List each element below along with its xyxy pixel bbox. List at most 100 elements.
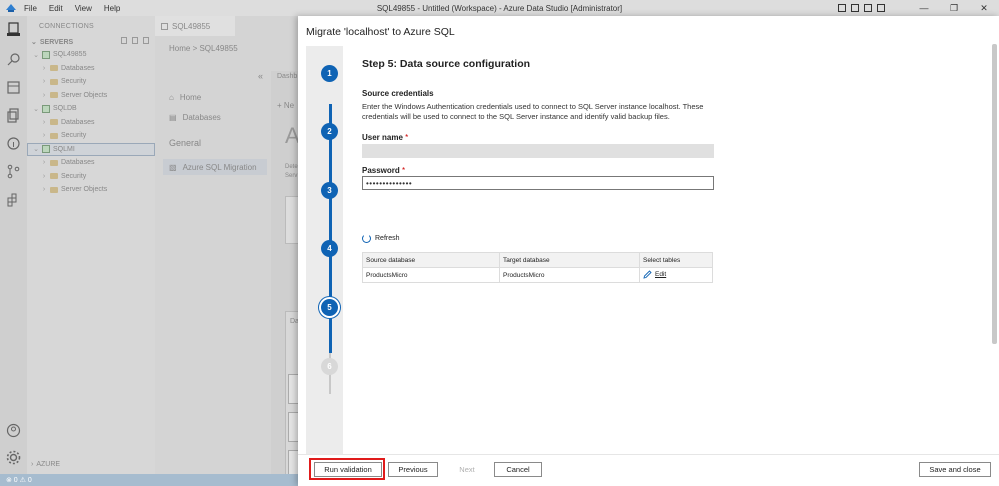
section-description: Enter the Windows Authentication credent… xyxy=(362,102,704,121)
active-connections-icon[interactable] xyxy=(143,37,149,44)
toggle-sidebar-icon[interactable] xyxy=(838,4,846,12)
step-4[interactable]: 4 xyxy=(321,240,338,257)
tree-server-label: SQLDB xyxy=(53,105,77,113)
problems-status[interactable]: ⊗ 0 ⚠ 0 xyxy=(6,476,32,484)
connections-icon[interactable] xyxy=(6,22,21,37)
password-input[interactable]: •••••••••••••• xyxy=(362,176,714,190)
customize-layout-icon[interactable] xyxy=(877,4,885,12)
database-migration-panel: Da xyxy=(285,311,298,474)
edit-tables-link[interactable]: Edit xyxy=(643,269,666,279)
extensions-icon[interactable] xyxy=(6,192,21,207)
refresh-label: Refresh xyxy=(375,235,400,242)
tree-item-server-objects[interactable]: › Server Objects xyxy=(27,89,155,103)
cell-source-database: ProductsMicro xyxy=(362,267,500,283)
step-5[interactable]: 5 xyxy=(321,299,338,316)
new-server-group-icon[interactable] xyxy=(132,37,138,44)
step-2[interactable]: 2 xyxy=(321,123,338,140)
toggle-panel-icon[interactable] xyxy=(851,4,859,12)
nav-azure-sql-migration[interactable]: ▧ Azure SQL Migration xyxy=(163,159,267,175)
dialog-scrollbar[interactable] xyxy=(992,44,997,344)
chevron-right-icon: › xyxy=(42,91,46,99)
previous-button[interactable]: Previous xyxy=(388,462,438,477)
tree-item-server-objects[interactable]: › Server Objects xyxy=(27,183,155,197)
username-input[interactable] xyxy=(362,144,714,158)
tree-item-label: Databases xyxy=(61,118,95,126)
close-icon[interactable]: ✕ xyxy=(969,3,999,14)
notebook-icon[interactable] xyxy=(6,80,21,95)
menu-help[interactable]: Help xyxy=(104,4,120,13)
step-3[interactable]: 3 xyxy=(321,182,338,199)
azure-data-studio-logo-icon xyxy=(4,1,18,15)
migration-icon: ▧ xyxy=(169,162,177,172)
settings-gear-icon[interactable] xyxy=(6,450,21,465)
step-6: 6 xyxy=(321,358,338,375)
tree-item-databases[interactable]: › Databases xyxy=(27,156,155,170)
refresh-button[interactable]: Refresh xyxy=(362,234,400,243)
folder-icon xyxy=(50,119,58,126)
chevron-down-icon: ⌄ xyxy=(33,51,39,59)
menu-view[interactable]: View xyxy=(75,4,92,13)
menu-edit[interactable]: Edit xyxy=(49,4,63,13)
window-controls: — ❐ ✕ xyxy=(838,0,999,16)
chevron-down-icon: ⌄ xyxy=(31,39,37,46)
database-mapping-table: Source database Target database Select t… xyxy=(362,252,713,283)
new-connection-icon[interactable] xyxy=(121,37,127,44)
editor-tab-sql49855[interactable]: SQL49855 xyxy=(155,16,235,36)
dashboard-desc: Dete Serv xyxy=(285,164,298,179)
run-validation-button[interactable]: Run validation xyxy=(314,462,382,477)
folder-icon xyxy=(50,65,58,72)
chevron-right-icon: › xyxy=(42,64,46,72)
tree-item-security[interactable]: › Security xyxy=(27,170,155,184)
azure-section[interactable]: › AZURE xyxy=(27,458,60,470)
tree-item-security[interactable]: › Security xyxy=(27,129,155,143)
home-icon: ⌂ xyxy=(169,92,174,102)
save-and-close-button[interactable]: Save and close xyxy=(919,462,991,477)
menu-file[interactable]: File xyxy=(24,4,37,13)
cancel-button[interactable]: Cancel xyxy=(494,462,542,477)
toggle-secondary-sidebar-icon[interactable] xyxy=(864,4,872,12)
info-icon[interactable] xyxy=(6,136,21,151)
new-migration-button[interactable]: + Ne xyxy=(277,101,294,110)
required-marker: * xyxy=(405,133,409,142)
search-icon[interactable] xyxy=(6,52,21,67)
source-control-icon[interactable] xyxy=(6,164,21,179)
minimize-icon[interactable]: — xyxy=(909,3,939,13)
tree-item-security[interactable]: › Security xyxy=(27,75,155,89)
explorer-icon[interactable] xyxy=(6,108,21,123)
collapse-nav-icon[interactable]: « xyxy=(258,71,263,81)
panel-heading: Da xyxy=(290,318,298,325)
tree-server-label: SQL49855 xyxy=(53,51,87,59)
nav-home[interactable]: ⌂ Home xyxy=(163,89,267,105)
connections-sidebar: CONNECTIONS ⌄ SERVERS ⌄ SQL49855 › Datab… xyxy=(27,16,155,474)
dialog-title: Migrate 'localhost' to Azure SQL xyxy=(306,26,455,38)
sidebar-header: CONNECTIONS xyxy=(39,22,95,30)
dashboard-panel: Dashb + Ne A Dete Serv Da xyxy=(271,71,298,474)
editor-tab-label: SQL49855 xyxy=(172,21,211,31)
step-1[interactable]: 1 xyxy=(321,65,338,82)
tree-server-sqldb[interactable]: ⌄ SQLDB xyxy=(27,102,155,116)
tree-server-sqlmi[interactable]: ⌄ SQLMI xyxy=(27,142,155,156)
step-title: Step 5: Data source configuration xyxy=(362,58,531,70)
tree-server-sql49855[interactable]: ⌄ SQL49855 xyxy=(27,48,155,62)
username-label: User name * xyxy=(362,133,409,142)
folder-icon xyxy=(50,78,58,85)
tree-item-databases[interactable]: › Databases xyxy=(27,62,155,76)
col-target-database: Target database xyxy=(499,252,640,268)
account-icon[interactable] xyxy=(6,423,21,438)
tree-item-databases[interactable]: › Databases xyxy=(27,116,155,130)
table-header-row: Source database Target database Select t… xyxy=(362,252,713,268)
next-button: Next xyxy=(445,462,489,477)
required-marker: * xyxy=(402,166,406,175)
menu-bar: File Edit View Help xyxy=(24,4,120,13)
chevron-right-icon: › xyxy=(42,78,46,86)
breadcrumb: Home > SQL49855 xyxy=(169,44,238,53)
folder-icon xyxy=(50,173,58,180)
tree-item-label: Databases xyxy=(61,159,95,167)
dashboard-tab[interactable]: Dashb xyxy=(277,73,297,80)
nav-databases[interactable]: ▤ Databases xyxy=(163,109,267,125)
folder-icon xyxy=(50,92,58,99)
restore-icon[interactable]: ❐ xyxy=(939,3,969,14)
refresh-icon xyxy=(362,234,371,243)
nav-general-heading: General xyxy=(169,138,202,148)
table-row: ProductsMicro ProductsMicro Edit xyxy=(362,267,713,283)
